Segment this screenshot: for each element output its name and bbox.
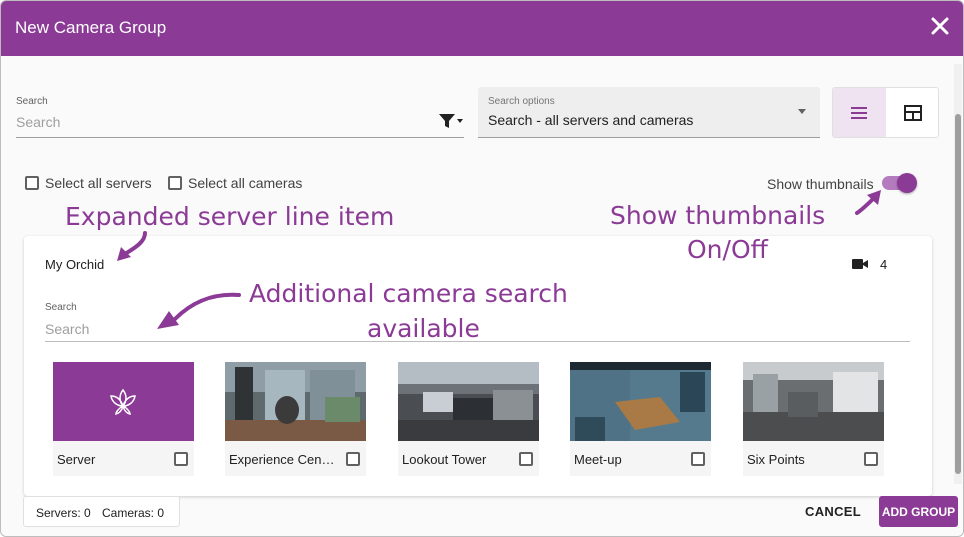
annotation-show-thumbnails-line1: Show thumbnails (610, 201, 826, 230)
camera-thumbnail (743, 362, 884, 441)
camera-tile[interactable]: Meet-up (570, 362, 711, 476)
tile-label: Experience Center ... (229, 452, 337, 467)
annotation-camera-search-line1: Additional camera search (249, 279, 568, 308)
search-options-label: Search options (488, 96, 555, 107)
tile-label: Lookout Tower (402, 452, 487, 467)
camera-tile[interactable]: Lookout Tower (398, 362, 539, 476)
server-card: My Orchid 4 Search Server (24, 236, 932, 496)
new-camera-group-dialog: New Camera Group Search Search options S… (0, 0, 964, 537)
filter-icon[interactable] (438, 112, 464, 130)
annotation-arrow-icon (117, 231, 147, 261)
server-thumbnail (53, 362, 194, 441)
tile-checkbox[interactable] (346, 452, 360, 466)
camera-tile[interactable]: Experience Center ... (225, 362, 366, 476)
search-label: Search (16, 96, 48, 107)
select-all-servers-label: Select all servers (45, 175, 152, 191)
tile-checkbox[interactable] (174, 452, 188, 466)
dialog-title: New Camera Group (15, 18, 167, 37)
search-options-value: Search - all servers and cameras (488, 112, 694, 128)
search-options-select[interactable]: Search options Search - all servers and … (478, 87, 820, 138)
scrollbar-thumb[interactable] (955, 114, 961, 474)
annotation-arrow-icon (855, 190, 881, 215)
select-all-cameras-label: Select all cameras (188, 175, 303, 191)
list-view-button[interactable] (833, 88, 886, 137)
server-tile[interactable]: Server (53, 362, 194, 476)
list-view-icon (851, 107, 867, 119)
annotation-show-thumbnails-line2: On/Off (687, 235, 768, 264)
dialog-header: New Camera Group (1, 1, 963, 56)
table-view-button[interactable] (887, 88, 938, 137)
server-name[interactable]: My Orchid (45, 257, 104, 272)
table-view-icon (904, 105, 922, 121)
search-input[interactable] (16, 112, 436, 132)
tile-label: Server (57, 452, 96, 467)
chevron-down-icon (798, 109, 806, 114)
checkbox-box (168, 176, 182, 190)
servers-count: Servers: 0 (36, 506, 91, 520)
tile-checkbox[interactable] (864, 452, 878, 466)
cancel-button[interactable]: CANCEL (798, 497, 868, 526)
add-group-button[interactable]: ADD GROUP (879, 496, 958, 527)
tile-checkbox[interactable] (691, 452, 705, 466)
annotation-camera-search-line2: available (367, 314, 480, 343)
view-toggle (832, 87, 939, 138)
camera-tile[interactable]: Six Points (743, 362, 884, 476)
show-thumbnails-toggle[interactable] (882, 173, 917, 193)
select-all-servers-checkbox[interactable]: Select all servers (25, 175, 152, 191)
selection-counts: Servers: 0 Cameras: 0 (23, 496, 180, 527)
annotation-expanded-server: Expanded server line item (65, 202, 395, 231)
orchid-logo-icon (110, 388, 136, 415)
tile-label: Six Points (747, 452, 805, 467)
tile-label: Meet-up (574, 452, 622, 467)
tile-checkbox[interactable] (519, 452, 533, 466)
close-icon[interactable] (929, 15, 951, 37)
camera-thumbnail (570, 362, 711, 441)
select-all-cameras-checkbox[interactable]: Select all cameras (168, 175, 302, 191)
camera-count: 4 (880, 257, 888, 272)
checkbox-box (25, 176, 39, 190)
camera-thumbnail (398, 362, 539, 441)
toggle-knob (897, 173, 917, 193)
search-underline (16, 137, 464, 138)
scrollbar[interactable] (954, 64, 962, 484)
video-camera-icon (852, 259, 868, 269)
annotation-arrow-icon (157, 292, 241, 329)
cameras-count: Cameras: 0 (102, 506, 165, 520)
camera-search-label: Search (45, 302, 77, 313)
camera-thumbnail (225, 362, 366, 441)
